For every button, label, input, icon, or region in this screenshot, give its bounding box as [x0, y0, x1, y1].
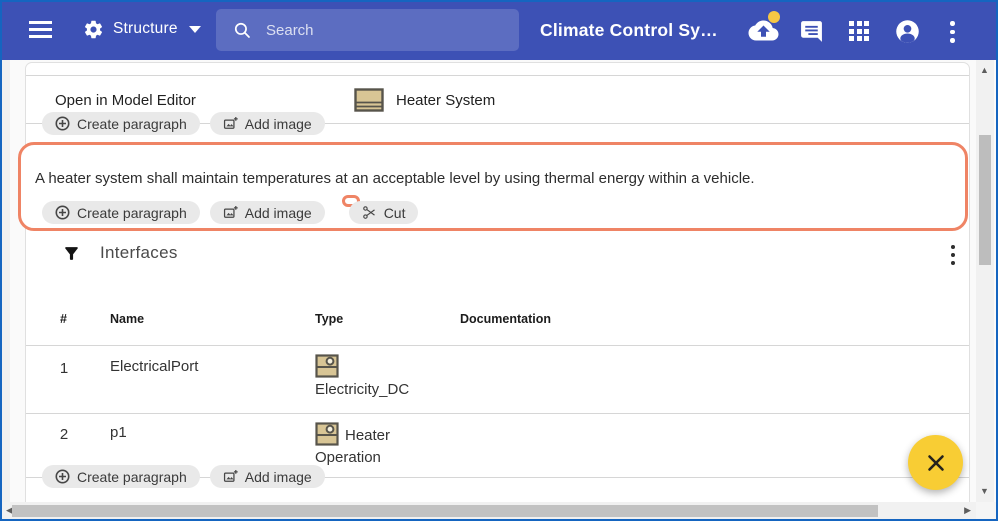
scissors-icon — [362, 205, 377, 220]
account-icon[interactable] — [894, 18, 921, 45]
element-name: Heater System — [396, 92, 495, 109]
table-header-row: # Name Type Documentation — [26, 300, 969, 345]
insert-toolbar: Create paragraph Add image — [42, 465, 325, 488]
section-divider — [26, 75, 969, 76]
row-name: ElectricalPort — [110, 358, 198, 375]
element-reference[interactable]: Heater System — [354, 88, 495, 113]
create-paragraph-label: Create paragraph — [77, 116, 187, 132]
block-icon — [354, 88, 384, 113]
row-num: 1 — [56, 360, 72, 377]
add-image-icon — [223, 205, 238, 220]
search-icon — [233, 21, 252, 40]
insert-toolbar: Create paragraph Add image — [42, 112, 325, 135]
notification-badge — [768, 11, 780, 23]
create-paragraph-label: Create paragraph — [77, 469, 187, 485]
open-in-model-editor-link[interactable]: Open in Model Editor — [55, 92, 196, 109]
port-icon — [315, 354, 339, 378]
cut-label: Cut — [384, 205, 406, 221]
create-paragraph-label: Create paragraph — [77, 205, 187, 221]
scroll-up-icon[interactable]: ▲ — [980, 66, 989, 75]
filter-icon[interactable] — [62, 244, 81, 263]
requirement-text[interactable]: A heater system shall maintain temperatu… — [35, 170, 945, 187]
add-image-icon — [223, 116, 238, 131]
interfaces-more-icon[interactable] — [951, 245, 955, 265]
scrollbar-corner — [976, 502, 996, 519]
perspective-label: Structure — [113, 20, 178, 38]
gear-icon — [83, 19, 104, 40]
close-icon — [924, 451, 948, 475]
app-header: Structure Climate Control Sy… — [0, 0, 998, 60]
cut-button[interactable]: Cut — [349, 201, 419, 224]
app-title: Climate Control Sy… — [540, 20, 718, 41]
vertical-scroll-thumb[interactable] — [979, 135, 991, 265]
row-num: 2 — [56, 426, 72, 443]
add-image-label: Add image — [245, 205, 312, 221]
more-options-icon[interactable] — [950, 21, 955, 43]
col-documentation: Documentation — [460, 312, 551, 326]
search-input[interactable] — [266, 22, 506, 39]
row-type-label: Electricity_DC — [315, 381, 409, 398]
add-image-icon — [223, 469, 238, 484]
chevron-down-icon — [189, 26, 201, 33]
add-image-button[interactable]: Add image — [210, 201, 325, 224]
row-type: Heater Operation — [315, 422, 427, 469]
row-name: p1 — [110, 424, 127, 441]
create-paragraph-button[interactable]: Create paragraph — [42, 465, 200, 488]
apps-grid-icon[interactable] — [849, 21, 869, 41]
row-type: Electricity_DC — [315, 354, 427, 401]
add-image-button[interactable]: Add image — [210, 112, 325, 135]
add-circle-icon — [55, 116, 70, 131]
left-gutter — [2, 60, 10, 502]
perspective-selector[interactable]: Structure — [83, 16, 201, 42]
table-row[interactable]: 1 ElectricalPort Electricity_DC — [26, 346, 969, 413]
add-image-button[interactable]: Add image — [210, 465, 325, 488]
col-type: Type — [315, 312, 343, 326]
close-fab-button[interactable] — [908, 435, 963, 490]
add-image-label: Add image — [245, 469, 312, 485]
menu-icon[interactable] — [29, 21, 52, 38]
create-paragraph-button[interactable]: Create paragraph — [42, 112, 200, 135]
create-paragraph-button[interactable]: Create paragraph — [42, 201, 200, 224]
insert-toolbar-selected: Create paragraph Add image Cut — [42, 201, 418, 225]
horizontal-scroll-thumb[interactable] — [12, 505, 878, 517]
add-circle-icon — [55, 205, 70, 220]
horizontal-scrollbar[interactable]: ◀ ▶ — [2, 502, 976, 519]
add-circle-icon — [55, 469, 70, 484]
interfaces-title: Interfaces — [100, 243, 178, 263]
add-image-label: Add image — [245, 116, 312, 132]
search-box[interactable] — [216, 9, 519, 51]
comment-icon[interactable] — [799, 19, 824, 44]
scroll-right-icon[interactable]: ▶ — [964, 506, 971, 515]
col-num: # — [60, 312, 67, 326]
col-name: Name — [110, 312, 144, 326]
vertical-scrollbar[interactable]: ▲ ▼ — [976, 60, 994, 502]
scroll-down-icon[interactable]: ▼ — [980, 487, 989, 496]
port-icon — [315, 422, 339, 446]
